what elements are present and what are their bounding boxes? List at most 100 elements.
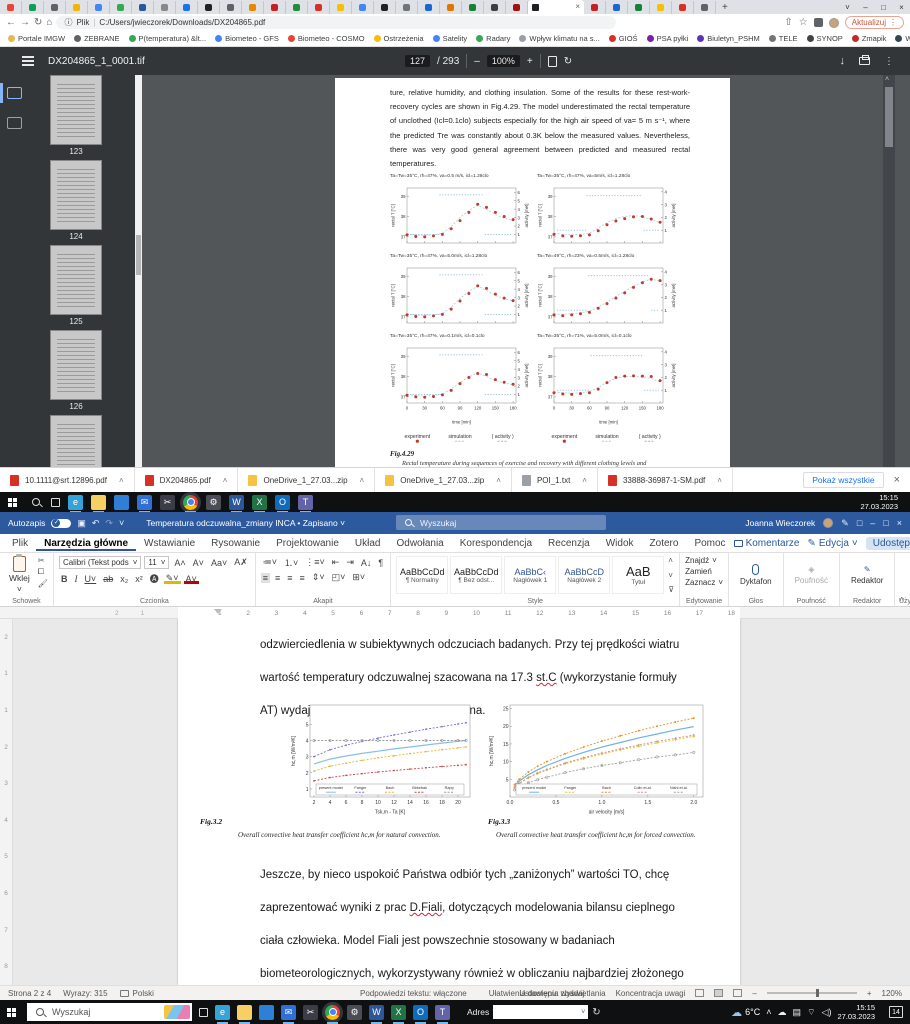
font-name-select[interactable]: Calibri (Tekst pods˅	[59, 556, 141, 569]
app-icon[interactable]: ⚙	[347, 1005, 362, 1020]
app-icon[interactable]: ✉	[281, 1005, 296, 1020]
undo-icon[interactable]: ↶	[92, 518, 100, 529]
restore-button[interactable]: □	[883, 518, 888, 528]
multilevel-list-icon[interactable]: ⋮≡˅	[303, 557, 327, 568]
editing-mode-button[interactable]: ✎ Edycja ˅	[807, 538, 857, 549]
clear-format-icon[interactable]: A✗	[232, 557, 250, 568]
forward-icon[interactable]: →	[20, 17, 30, 28]
app-icon[interactable]: ✉	[137, 495, 152, 510]
word-count[interactable]: Wyrazy: 315	[63, 989, 107, 998]
outline-view-icon[interactable]	[7, 117, 22, 129]
browser-tab[interactable]	[584, 1, 606, 14]
chrome-update-button[interactable]: Aktualizuj ⋮	[845, 16, 904, 29]
figure-3-2-chart[interactable]: 246810121416182012345hc,m [W/m²K]Tsk,m -…	[290, 700, 475, 815]
close-button[interactable]: ×	[897, 518, 902, 528]
paste-button[interactable]: Wklej˅	[5, 556, 34, 594]
web-layout-icon[interactable]	[733, 989, 742, 997]
borders-icon[interactable]: ⊞˅	[350, 572, 367, 583]
close-button[interactable]: ×	[893, 3, 910, 12]
bookmark-item[interactable]: Satelity	[433, 34, 468, 43]
browser-tab[interactable]	[220, 1, 242, 14]
start-button-icon[interactable]	[7, 1008, 16, 1017]
align-left-icon[interactable]: ≡	[261, 573, 270, 583]
app-icon[interactable]	[325, 1005, 340, 1020]
autosave-toggle[interactable]	[51, 519, 71, 528]
browser-tab[interactable]	[352, 1, 374, 14]
language-indicator[interactable]: Polski	[133, 989, 154, 998]
app-icon[interactable]: X	[391, 1005, 406, 1020]
ribbon-tab[interactable]: Narzędzia główne	[36, 536, 136, 551]
bookmark-item[interactable]: PSA pyłki	[647, 34, 689, 43]
browser-tab[interactable]	[154, 1, 176, 14]
browser-tab[interactable]	[0, 1, 22, 14]
app-icon[interactable]	[259, 1005, 274, 1020]
app-icon[interactable]	[114, 495, 129, 510]
app-icon[interactable]: X	[252, 495, 267, 510]
more-options-icon[interactable]: ⋮	[884, 56, 894, 67]
format-painter-icon[interactable]: 🖌	[38, 579, 48, 588]
accessibility-status[interactable]: Ułatwienia dostępu: zbadaj	[489, 989, 585, 998]
downloads-bar-close-icon[interactable]: ×	[894, 474, 900, 486]
address-toolbar-input[interactable]: ˅	[493, 1005, 588, 1019]
start-button-icon[interactable]	[8, 498, 17, 507]
download-expand-chevron-icon[interactable]: ˄	[496, 476, 501, 485]
collapse-ribbon-icon[interactable]: ˄	[899, 595, 904, 604]
save-icon[interactable]: ▣	[77, 518, 86, 529]
ribbon-tab[interactable]: Recenzja	[540, 536, 598, 551]
zoom-slider[interactable]	[767, 992, 857, 994]
ribbon-tab[interactable]: Widok	[598, 536, 642, 551]
font-color-icon[interactable]: A˅	[184, 574, 199, 584]
style-card[interactable]: AaBbCcDd ¶ Bez odst...	[450, 556, 502, 594]
ribbon-tab[interactable]: Układ	[347, 536, 389, 551]
quick-access-chevron-icon[interactable]: ˅	[119, 518, 124, 528]
pen-icon[interactable]: ✎	[841, 518, 849, 529]
download-expand-chevron-icon[interactable]: ˄	[360, 476, 365, 485]
tab-close-icon[interactable]: ×	[575, 3, 580, 11]
info-icon[interactable]: ⓘ	[64, 17, 72, 28]
browser-tab[interactable]	[484, 1, 506, 14]
task-view-icon[interactable]	[51, 498, 60, 507]
bookmark-item[interactable]: Biuletyn_PSHM	[697, 34, 760, 43]
zoom-out-icon[interactable]: –	[474, 56, 480, 67]
reuse-files-button[interactable]: Użyj ponownie plików	[900, 556, 910, 594]
volume-icon[interactable]: ◁)	[822, 1007, 832, 1018]
ribbon-tab[interactable]: Korespondencja	[452, 536, 540, 551]
app-icon[interactable]: O	[413, 1005, 428, 1020]
browser-tab[interactable]	[242, 1, 264, 14]
onedrive-icon[interactable]: ☁	[778, 1007, 787, 1018]
tab-search-chevron-icon[interactable]: ˅	[839, 3, 856, 12]
highlight-color-icon[interactable]: ✎˅	[164, 573, 181, 584]
redo-icon[interactable]: ↷	[105, 518, 113, 529]
page-number-input[interactable]: 127	[405, 55, 430, 67]
search-highlights-illustration[interactable]	[164, 1005, 190, 1019]
browser-tab[interactable]	[606, 1, 628, 14]
ribbon-tab[interactable]: Odwołania	[388, 536, 451, 551]
superscript-icon[interactable]: x²	[133, 574, 145, 584]
show-marks-icon[interactable]: ¶	[376, 558, 385, 568]
ribbon-tab[interactable]: Zotero	[642, 536, 687, 551]
user-avatar[interactable]	[823, 518, 833, 528]
strikethrough-icon[interactable]: ab	[101, 574, 115, 584]
download-item[interactable]: 10.1111@srt.12896.pdf ˄	[0, 468, 135, 492]
app-icon[interactable]	[237, 1005, 252, 1020]
extensions-icon[interactable]	[814, 18, 823, 27]
page-indicator[interactable]: Strona 2 z 4	[8, 989, 51, 998]
font-size-select[interactable]: 11˅	[144, 556, 169, 569]
app-icon[interactable]: W	[229, 495, 244, 510]
browser-tab[interactable]	[650, 1, 672, 14]
browser-tab[interactable]	[110, 1, 132, 14]
justify-icon[interactable]: ≡	[298, 573, 307, 583]
page-thumbnail[interactable]	[50, 160, 102, 230]
vertical-ruler[interactable]: 2112345678	[0, 619, 13, 985]
bookmark-item[interactable]: GIOŚ	[609, 34, 638, 43]
proofing-icon[interactable]	[120, 990, 129, 997]
bookmark-item[interactable]: Biometeo - COSMO	[288, 34, 365, 43]
browser-tab[interactable]	[396, 1, 418, 14]
page-thumbnail[interactable]	[50, 330, 102, 400]
bullets-icon[interactable]: ≔˅	[261, 557, 279, 568]
share-icon[interactable]: ⇧	[784, 17, 792, 28]
browser-tab[interactable]	[264, 1, 286, 14]
change-case-icon[interactable]: Aa˅	[209, 558, 229, 568]
hidden-icons-chevron[interactable]: ˄	[766, 1007, 771, 1017]
browser-tab[interactable]	[66, 1, 88, 14]
